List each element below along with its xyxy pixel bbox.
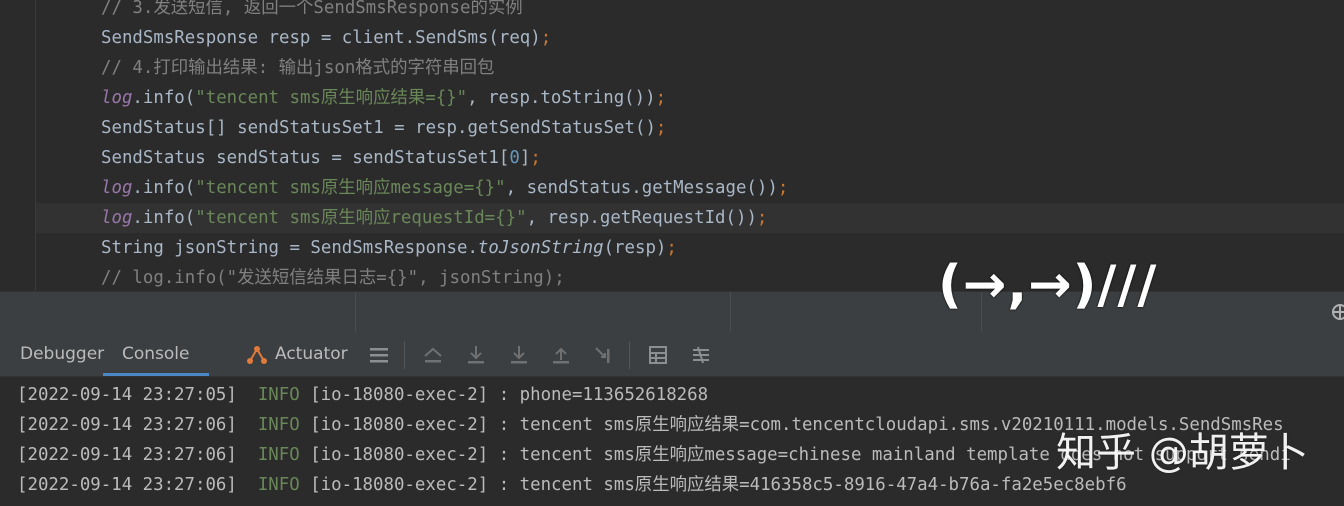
code-line: SendStatus sendStatus = sendStatusSet1[0… bbox=[101, 143, 541, 173]
code-token: String jsonString = SendSmsResponse. bbox=[101, 238, 478, 258]
code-token: ] bbox=[519, 148, 531, 168]
code-token: // 3.发送短信, 返回一个SendSmsResponse的实例 bbox=[101, 0, 523, 18]
code-line: String jsonString = SendSmsResponse.toJs… bbox=[101, 233, 677, 263]
code-token: ; bbox=[666, 238, 677, 258]
log-timestamp: [2022-09-14 23:27:06] bbox=[17, 445, 237, 465]
code-token: .info( bbox=[132, 208, 196, 228]
code-editor[interactable]: // 3.发送短信, 返回一个SendSmsResponse的实例 SendSms… bbox=[0, 0, 1344, 291]
code-token: toJsonString bbox=[477, 238, 604, 258]
toolbar-separator bbox=[629, 341, 630, 369]
code-token: // log.info("发送短信结果日志={}", jsonString); bbox=[101, 268, 565, 288]
log-thread: [io-18080-exec-2] bbox=[310, 415, 489, 435]
code-token: log bbox=[101, 208, 133, 228]
gutter-divider bbox=[35, 0, 36, 291]
code-token: SendSmsResponse resp = client.SendSms(re… bbox=[101, 28, 541, 48]
code-token: log bbox=[101, 88, 133, 108]
strip-cell bbox=[0, 292, 356, 333]
code-token: "tencent sms原生响应message={}" bbox=[195, 178, 506, 198]
code-line: log.info("tencent sms原生响应结果={}", resp.to… bbox=[101, 83, 666, 113]
log-thread: [io-18080-exec-2] bbox=[310, 385, 489, 405]
log-timestamp: [2022-09-14 23:27:05] bbox=[17, 385, 237, 405]
code-token: ; bbox=[530, 148, 541, 168]
code-token: "tencent sms原生响应requestId={}" bbox=[195, 208, 527, 228]
code-line: SendSmsResponse resp = client.SendSms(re… bbox=[101, 23, 551, 53]
log-message: : phone=113652618268 bbox=[498, 385, 709, 405]
evaluate-expression-icon[interactable] bbox=[647, 344, 669, 366]
code-token: ; bbox=[756, 208, 768, 228]
toolbar-separator bbox=[404, 341, 405, 369]
log-timestamp: [2022-09-14 23:27:06] bbox=[17, 415, 237, 435]
log-thread: [io-18080-exec-2] bbox=[310, 475, 489, 495]
tab-actuator-label: Actuator bbox=[275, 344, 348, 364]
log-level: INFO bbox=[257, 415, 300, 435]
log-line: [2022-09-14 23:27:06] INFO [io-18080-exe… bbox=[17, 470, 1127, 500]
code-line: log.info("tencent sms原生响应message={}", se… bbox=[101, 173, 788, 203]
code-token: ; bbox=[777, 178, 789, 198]
code-line: log.info("tencent sms原生响应requestId={}", … bbox=[101, 203, 767, 233]
code-token: "tencent sms原生响应结果={}" bbox=[195, 88, 468, 108]
gear-icon[interactable] bbox=[1330, 302, 1344, 322]
code-line: // log.info("发送短信结果日志={}", jsonString); bbox=[101, 263, 565, 291]
code-token: // 4.打印输出结果: 输出json格式的字符串回包 bbox=[101, 58, 495, 78]
code-token: .info( bbox=[132, 88, 196, 108]
code-token: SendStatus sendStatus = sendStatusSet1[ bbox=[101, 148, 510, 168]
code-line: // 3.发送短信, 返回一个SendSmsResponse的实例 bbox=[101, 0, 523, 23]
code-token: ; bbox=[655, 88, 667, 108]
log-timestamp: [2022-09-14 23:27:06] bbox=[17, 475, 237, 495]
run-to-cursor-icon[interactable] bbox=[593, 344, 615, 366]
step-into-icon[interactable] bbox=[508, 344, 530, 366]
code-token: log bbox=[101, 178, 133, 198]
log-line: [2022-09-14 23:27:05] INFO [io-18080-exe… bbox=[17, 380, 708, 410]
show-execution-point-icon[interactable] bbox=[422, 344, 444, 366]
log-level: INFO bbox=[257, 475, 300, 495]
code-line: SendStatus[] sendStatusSet1 = resp.getSe… bbox=[101, 113, 666, 143]
code-token: SendStatus[] sendStatusSet1 = resp.getSe… bbox=[101, 118, 656, 138]
debug-toolbar: Debugger Console Actuator bbox=[0, 332, 1344, 377]
code-token: , sendStatus.getMessage()) bbox=[505, 178, 778, 198]
code-token: .info( bbox=[132, 178, 196, 198]
watermark: 知乎 @胡萝卜 bbox=[1056, 430, 1309, 476]
code-token: 0 bbox=[509, 148, 520, 168]
menu-icon[interactable] bbox=[368, 344, 390, 366]
code-token: , resp.toString()) bbox=[467, 88, 656, 108]
code-token: (resp) bbox=[603, 238, 667, 258]
code-token: , resp.getRequestId()) bbox=[526, 208, 757, 228]
tab-console[interactable]: Console bbox=[103, 332, 209, 376]
step-over-icon[interactable] bbox=[465, 344, 487, 366]
tab-actuator[interactable]: Actuator bbox=[245, 332, 348, 376]
log-level: INFO bbox=[257, 385, 300, 405]
log-message: : tencent sms原生响应结果=416358c5-8916-47a4-b… bbox=[498, 475, 1127, 495]
log-level: INFO bbox=[257, 445, 300, 465]
code-token: ; bbox=[540, 28, 552, 48]
code-token: ; bbox=[655, 118, 667, 138]
tab-debugger[interactable]: Debugger bbox=[20, 332, 104, 376]
overlay-emoticon: (→,→)/// bbox=[938, 255, 1158, 315]
strip-cell bbox=[356, 292, 731, 333]
log-thread: [io-18080-exec-2] bbox=[310, 445, 489, 465]
code-line: // 4.打印输出结果: 输出json格式的字符串回包 bbox=[101, 53, 494, 83]
step-out-icon[interactable] bbox=[550, 344, 572, 366]
actuator-icon bbox=[247, 346, 267, 364]
trace-current-stream-icon[interactable] bbox=[690, 344, 712, 366]
